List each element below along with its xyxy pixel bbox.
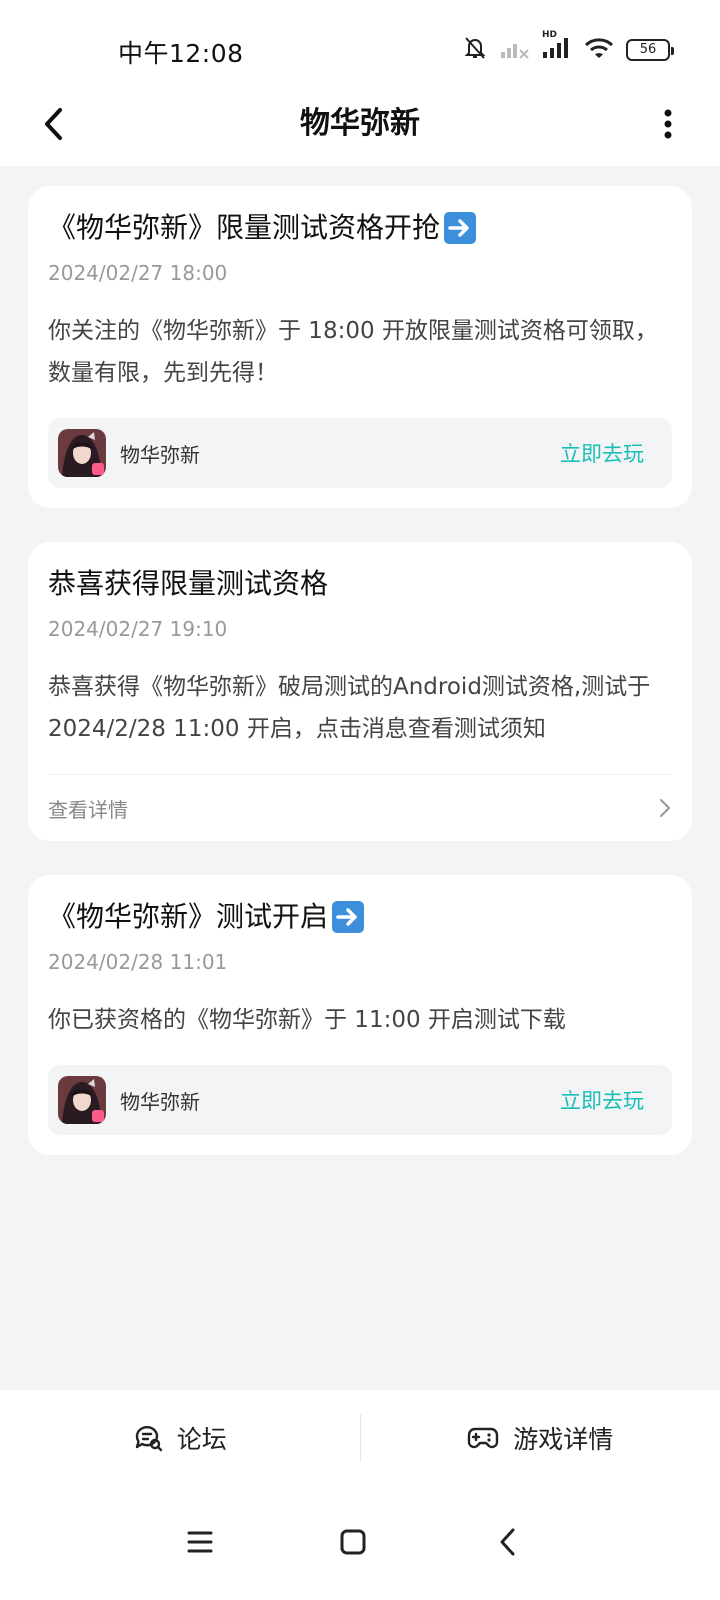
status-bar: 中午12:08 HD 56: [0, 0, 720, 84]
play-now-button[interactable]: 立即去玩: [560, 438, 644, 468]
signal-icon: HD: [542, 30, 572, 64]
forum-chat-icon: [135, 1426, 162, 1452]
network-label: HD: [542, 30, 558, 40]
tab-forum[interactable]: 论坛: [0, 1390, 360, 1486]
message-title-row: 恭喜获得限量测试资格: [48, 564, 672, 604]
nav-home-button[interactable]: [323, 1512, 383, 1572]
wifi-icon: [584, 36, 614, 64]
message-date: 2024/02/27 19:10: [48, 617, 228, 641]
tab-forum-label: 论坛: [176, 1425, 227, 1454]
game-entry[interactable]: 物华弥新 立即去玩: [48, 418, 672, 488]
game-name: 物华弥新: [120, 1089, 200, 1114]
message-body: 你关注的《物华弥新》于 18:00 开放限量测试资格可领取，数量有限，先到先得！: [48, 318, 658, 386]
message-date: 2024/02/27 18:00: [48, 261, 228, 285]
chevron-right-icon: [660, 799, 670, 817]
bell-muted-icon: [462, 35, 488, 65]
message-body: 恭喜获得《物华弥新》破局测试的Android测试资格,测试于 2024/2/28…: [48, 674, 651, 742]
game-avatar-icon: [58, 429, 106, 477]
right-arrow-button-icon: [332, 901, 365, 933]
page-title: 物华弥新: [300, 106, 420, 141]
message-card[interactable]: 恭喜获得限量测试资格 2024/02/27 19:10 恭喜获得《物华弥新》破局…: [28, 542, 692, 841]
more-vertical-icon: [664, 109, 672, 139]
game-entry[interactable]: 物华弥新 立即去玩: [48, 1065, 672, 1135]
message-title-row: 《物华弥新》测试开启: [48, 897, 672, 937]
message-card[interactable]: 《物华弥新》测试开启 2024/02/28 11:01 你已获资格的《物华弥新》…: [28, 875, 692, 1155]
tab-game-details-label: 游戏详情: [513, 1425, 614, 1454]
bottom-tab-bar: 论坛 游戏详情: [0, 1390, 720, 1486]
message-date: 2024/02/28 11:01: [48, 950, 228, 974]
message-card[interactable]: 《物华弥新》限量测试资格开抢 2024/02/27 18:00 你关注的《物华弥…: [28, 186, 692, 508]
top-app-bar: 物华弥新: [0, 84, 720, 166]
more-options-button[interactable]: [648, 98, 688, 150]
nav-menu-button[interactable]: [170, 1512, 230, 1572]
play-now-button[interactable]: 立即去玩: [560, 1085, 644, 1115]
tab-game-details[interactable]: 游戏详情: [361, 1390, 720, 1486]
game-avatar-icon: [58, 1076, 106, 1124]
view-details-label: 查看详情: [48, 797, 128, 822]
nav-back-button[interactable]: [477, 1512, 537, 1572]
message-title-row: 《物华弥新》限量测试资格开抢: [48, 208, 672, 248]
message-title: 恭喜获得限量测试资格: [48, 567, 329, 600]
game-name: 物华弥新: [120, 442, 200, 467]
message-body: 你已获资格的《物华弥新》于 11:00 开启测试下载: [48, 1007, 566, 1033]
status-icons: HD 56: [462, 30, 674, 65]
right-arrow-button-icon: [444, 212, 477, 244]
home-square-icon: [340, 1529, 366, 1555]
message-list: 《物华弥新》限量测试资格开抢 2024/02/27 18:00 你关注的《物华弥…: [28, 186, 692, 1189]
signal-weak-icon: [500, 36, 530, 64]
view-details-row[interactable]: 查看详情: [48, 775, 672, 841]
menu-icon: [187, 1531, 213, 1553]
status-time: 中午12:08: [118, 39, 244, 68]
gamepad-icon: [468, 1427, 499, 1449]
back-icon: [500, 1528, 515, 1556]
battery-icon: 56: [626, 39, 674, 61]
system-nav-bar: [0, 1486, 720, 1600]
message-title: 《物华弥新》测试开启: [48, 900, 329, 933]
message-title: 《物华弥新》限量测试资格开抢: [48, 211, 441, 244]
